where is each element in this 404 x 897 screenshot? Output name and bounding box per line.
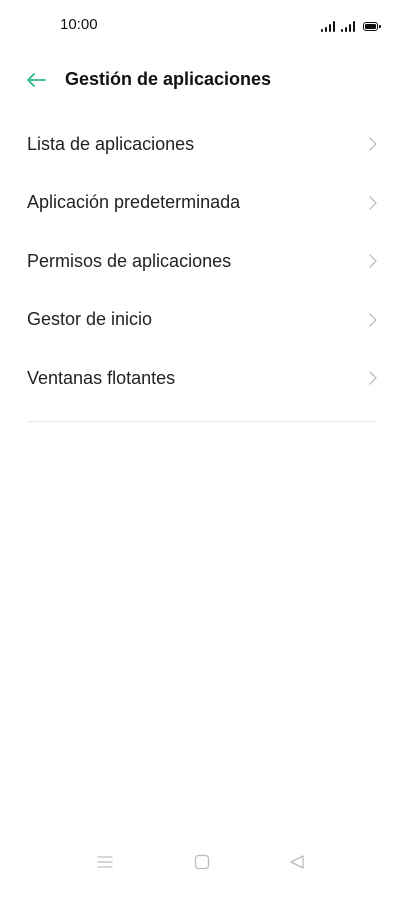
menu-lines-icon (97, 856, 113, 868)
navigation-bar (0, 837, 404, 897)
status-icons (321, 18, 381, 32)
menu-item-startup-manager[interactable]: Gestor de inicio (0, 291, 404, 350)
status-time: 10:00 (60, 16, 98, 33)
arrow-left-icon (27, 73, 46, 87)
app-bar: Gestión de aplicaciones (0, 60, 404, 100)
nav-back-button[interactable] (282, 847, 312, 877)
page-title: Gestión de aplicaciones (65, 69, 272, 89)
status-bar: 10:00 (0, 0, 404, 50)
menu-item-floating-windows[interactable]: Ventanas flotantes (0, 349, 404, 408)
divider (27, 421, 377, 422)
menu-item-label: Aplicación predeterminada (27, 192, 241, 213)
chevron-right-icon (366, 194, 380, 212)
menu-item-label: Gestor de inicio (27, 309, 153, 330)
battery-icon (363, 22, 381, 31)
cellular-signal-icon (341, 21, 355, 32)
menu-item-label: Ventanas flotantes (27, 367, 176, 388)
chevron-right-icon (366, 135, 380, 153)
menu-item-app-list[interactable]: Lista de aplicaciones (0, 115, 404, 174)
triangle-back-icon (290, 855, 304, 869)
chevron-right-icon (366, 369, 380, 387)
square-home-icon (194, 854, 210, 870)
menu-list: Lista de aplicaciones Aplicación predete… (0, 115, 404, 408)
home-button[interactable] (187, 847, 217, 877)
chevron-right-icon (366, 311, 380, 329)
chevron-right-icon (366, 252, 380, 270)
menu-item-default-app[interactable]: Aplicación predeterminada (0, 174, 404, 233)
cellular-signal-icon (321, 21, 335, 32)
menu-item-app-permissions[interactable]: Permisos de aplicaciones (0, 232, 404, 291)
back-button[interactable] (22, 66, 50, 94)
menu-item-label: Lista de aplicaciones (27, 133, 195, 154)
recent-apps-button[interactable] (90, 847, 120, 877)
menu-item-label: Permisos de aplicaciones (27, 250, 232, 271)
